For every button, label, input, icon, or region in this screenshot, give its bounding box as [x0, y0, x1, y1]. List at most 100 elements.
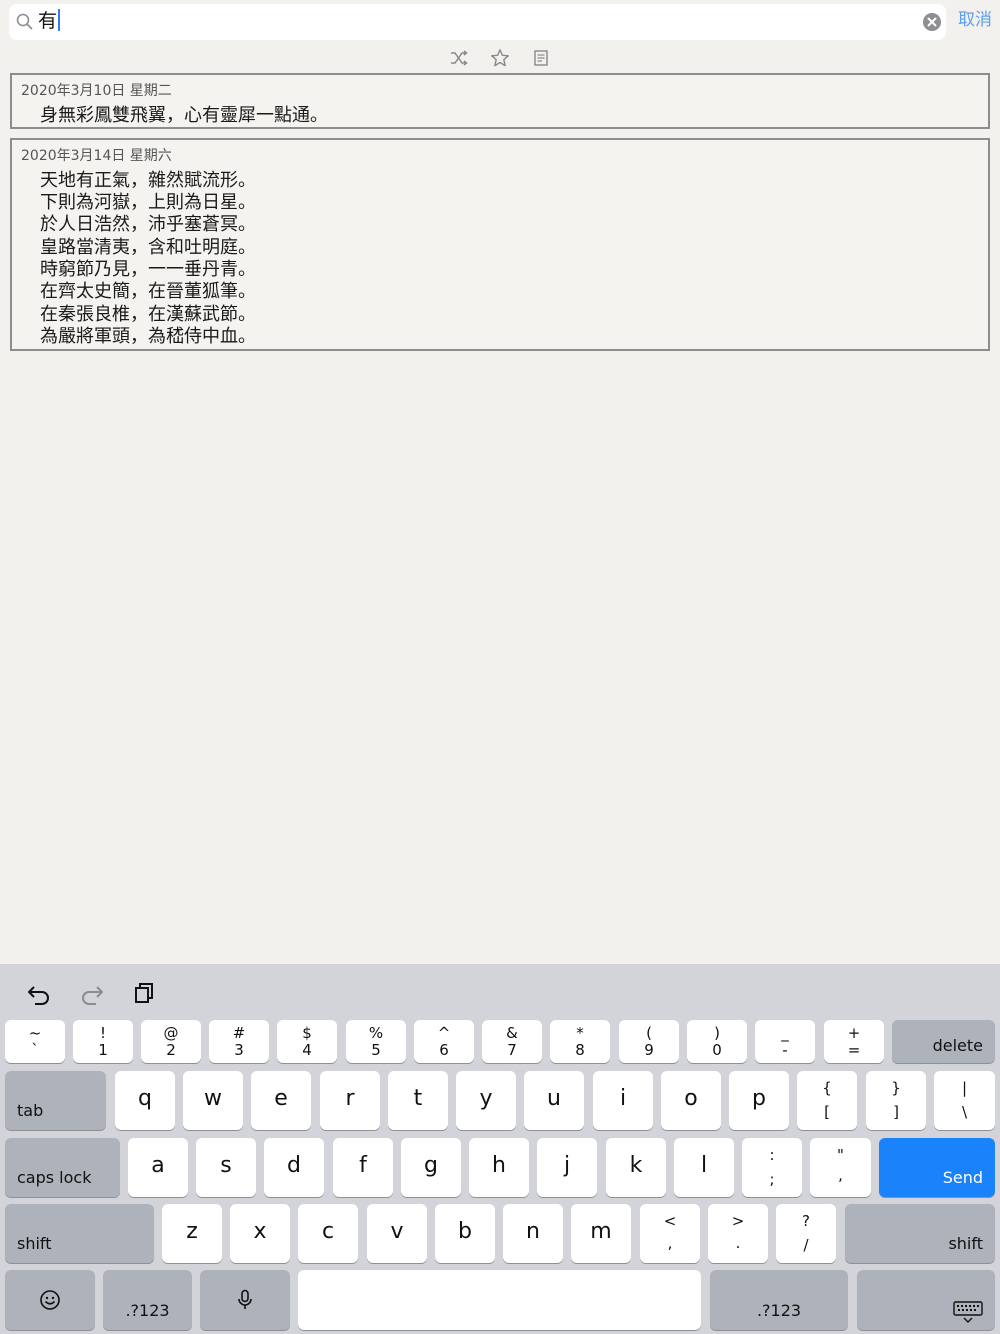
- key-lower-label: 2: [166, 1041, 176, 1059]
- key-j[interactable]: j: [537, 1138, 597, 1197]
- key-l[interactable]: l: [674, 1138, 734, 1197]
- key-n[interactable]: n: [503, 1204, 563, 1263]
- key-upper-label: }: [891, 1079, 901, 1097]
- key-minus[interactable]: _ -: [755, 1020, 815, 1063]
- key-lower-label: 5: [371, 1041, 381, 1059]
- tab-key[interactable]: tab: [5, 1071, 106, 1130]
- delete-key-label: delete: [932, 1036, 983, 1055]
- numbers-key-left[interactable]: .?123: [103, 1270, 192, 1330]
- key-o[interactable]: o: [661, 1071, 721, 1130]
- key-2[interactable]: @2: [141, 1020, 201, 1063]
- key-9[interactable]: (9: [619, 1020, 679, 1063]
- key-label: o: [684, 1086, 698, 1111]
- key-comma[interactable]: <,: [640, 1204, 700, 1263]
- key-upper-label: ^: [437, 1024, 451, 1042]
- key-c[interactable]: c: [298, 1204, 358, 1263]
- shuffle-icon[interactable]: [449, 48, 469, 68]
- key-b[interactable]: b: [435, 1204, 495, 1263]
- key-k[interactable]: k: [606, 1138, 666, 1197]
- key-slash[interactable]: ? /: [776, 1204, 836, 1263]
- dismiss-keyboard-key[interactable]: [857, 1270, 995, 1330]
- key-label: n: [526, 1219, 540, 1244]
- key-y[interactable]: y: [456, 1071, 516, 1130]
- key-3[interactable]: #3: [209, 1020, 269, 1063]
- key-upper-label: ?: [802, 1212, 810, 1230]
- entry-line: 身無彩鳳雙飛翼，心有靈犀一點通。: [40, 105, 328, 126]
- key-label: h: [492, 1153, 506, 1178]
- key-semicolon[interactable]: :;: [742, 1138, 802, 1197]
- key-0[interactable]: ) 0: [687, 1020, 747, 1063]
- key-e[interactable]: e: [251, 1071, 311, 1130]
- shift-key-label: shift: [948, 1234, 983, 1253]
- key-8[interactable]: * 8: [550, 1020, 610, 1063]
- numbers-key-right[interactable]: .?123: [710, 1270, 848, 1330]
- key-label: t: [413, 1086, 423, 1111]
- search-bar[interactable]: 有: [9, 4, 946, 40]
- key-label: s: [220, 1153, 232, 1178]
- keyboard-dismiss-icon: [953, 1301, 983, 1323]
- key-x[interactable]: x: [230, 1204, 290, 1263]
- key-w[interactable]: w: [183, 1071, 243, 1130]
- key-f[interactable]: f: [333, 1138, 393, 1197]
- key-t[interactable]: t: [388, 1071, 448, 1130]
- key-upper-label: {: [822, 1079, 832, 1097]
- key-7[interactable]: & 7: [482, 1020, 542, 1063]
- cancel-button[interactable]: 取消: [958, 9, 992, 31]
- key-r[interactable]: r: [320, 1071, 380, 1130]
- key-lower-label: 0: [712, 1041, 722, 1059]
- key-lower-label: ,: [667, 1234, 673, 1252]
- document-icon[interactable]: [531, 48, 551, 68]
- key-upper-label: !: [99, 1024, 106, 1042]
- key-lower-label: -: [782, 1041, 788, 1059]
- entry-card[interactable]: 2020年3月14日 星期六 天地有正氣，雜然賦流形。 下則為河嶽，上則為日星。…: [10, 138, 990, 351]
- redo-icon[interactable]: [79, 980, 105, 1006]
- key-4[interactable]: $4: [277, 1020, 337, 1063]
- key-1[interactable]: ! 1: [73, 1020, 133, 1063]
- key-i[interactable]: i: [593, 1071, 653, 1130]
- key-g[interactable]: g: [401, 1138, 461, 1197]
- key-6[interactable]: ^ 6: [414, 1020, 474, 1063]
- entry-date: 2020年3月14日 星期六: [21, 148, 172, 164]
- key-label: b: [458, 1219, 472, 1244]
- space-key[interactable]: [298, 1270, 701, 1330]
- key-equals[interactable]: + =: [824, 1020, 884, 1063]
- key-s[interactable]: s: [196, 1138, 256, 1197]
- caps-lock-key[interactable]: caps lock: [5, 1138, 120, 1197]
- entry-line: 為嚴將軍頭，為嵇侍中血。: [40, 326, 256, 347]
- key-upper-label: (: [646, 1024, 652, 1042]
- shift-key-left[interactable]: shift: [5, 1204, 154, 1263]
- entry-card[interactable]: 2020年3月10日 星期二 身無彩鳳雙飛翼，心有靈犀一點通。: [10, 73, 990, 129]
- emoji-key[interactable]: [5, 1270, 95, 1330]
- key-v[interactable]: v: [367, 1204, 427, 1263]
- key-backslash[interactable]: | \: [934, 1071, 995, 1130]
- key-u[interactable]: u: [524, 1071, 584, 1130]
- shift-key-right[interactable]: shift: [845, 1204, 995, 1263]
- star-icon[interactable]: [490, 48, 510, 68]
- key-quote[interactable]: ",: [810, 1138, 871, 1197]
- key-z[interactable]: z: [162, 1204, 222, 1263]
- undo-icon[interactable]: [26, 980, 52, 1006]
- dictation-key[interactable]: [200, 1270, 290, 1330]
- key-h[interactable]: h: [469, 1138, 529, 1197]
- key-right-bracket[interactable]: }]: [866, 1071, 926, 1130]
- key-backtick[interactable]: ~ `: [5, 1020, 65, 1063]
- key-label: i: [619, 1086, 627, 1111]
- key-label: g: [424, 1153, 438, 1178]
- key-lower-label: ]: [893, 1103, 899, 1121]
- delete-key[interactable]: delete: [892, 1020, 995, 1063]
- key-a[interactable]: a: [128, 1138, 188, 1197]
- key-label: y: [479, 1086, 493, 1111]
- search-input[interactable]: 有: [38, 9, 61, 33]
- clear-icon[interactable]: [923, 13, 941, 31]
- key-lower-label: .: [735, 1234, 741, 1252]
- key-m[interactable]: m: [571, 1204, 631, 1263]
- key-p[interactable]: p: [729, 1071, 789, 1130]
- key-period[interactable]: >.: [708, 1204, 768, 1263]
- send-key[interactable]: Send: [879, 1138, 995, 1197]
- key-upper-label: ~: [28, 1024, 42, 1042]
- paste-icon[interactable]: [131, 980, 157, 1006]
- key-5[interactable]: % 5: [346, 1020, 406, 1063]
- key-d[interactable]: d: [264, 1138, 324, 1197]
- key-q[interactable]: q: [115, 1071, 175, 1130]
- key-left-bracket[interactable]: {[: [797, 1071, 857, 1130]
